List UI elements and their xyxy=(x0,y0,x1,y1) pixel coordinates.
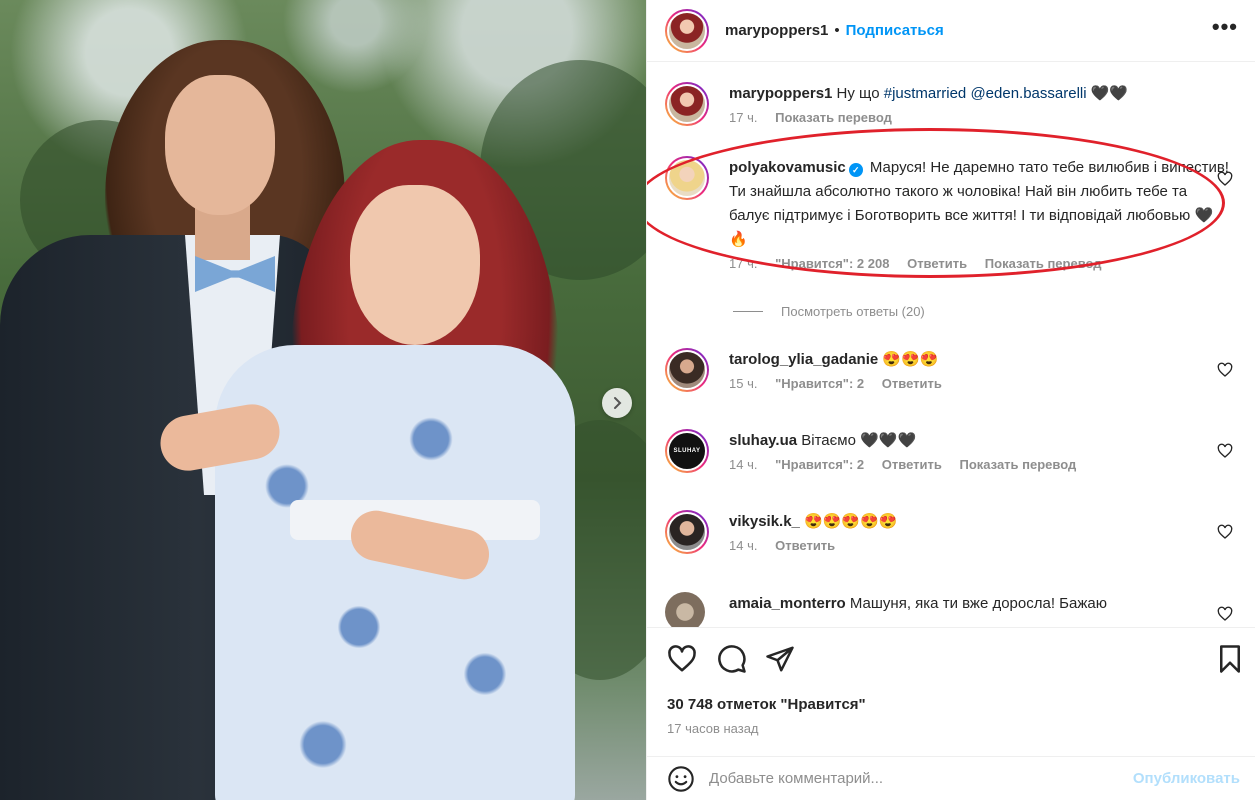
view-replies-label: Посмотреть ответы (20) xyxy=(781,304,925,319)
like-comment-heart-icon[interactable] xyxy=(1217,524,1233,540)
comment-time[interactable]: 14 ч. xyxy=(729,538,757,553)
chevron-right-icon xyxy=(614,397,622,409)
sluhay-logo: SLUHAY xyxy=(673,448,701,454)
emoji-smiley-icon[interactable] xyxy=(667,765,695,793)
verified-badge-icon: ✓ xyxy=(848,163,863,177)
comment-time[interactable]: 15 ч. xyxy=(729,376,757,391)
follow-button[interactable]: Подписаться xyxy=(846,22,944,39)
commenter-avatar[interactable] xyxy=(665,156,709,200)
share-send-icon[interactable] xyxy=(765,644,795,674)
like-comment-heart-icon[interactable] xyxy=(1217,362,1233,378)
likes-count[interactable]: 30 748 отметок "Нравится" xyxy=(667,696,866,713)
commenter-avatar[interactable]: SLUHAY xyxy=(665,429,709,473)
more-options-icon[interactable]: ••• xyxy=(1212,14,1238,40)
comment-text: Вітаємо 🖤🖤🖤 xyxy=(801,432,917,449)
publish-button[interactable]: Опубликовать xyxy=(1133,770,1240,787)
commenter-username[interactable]: vikysik.k_ xyxy=(729,513,800,530)
caption-username[interactable]: marypoppers1 xyxy=(729,85,832,102)
view-replies-button[interactable]: Посмотреть ответы (20) xyxy=(733,304,925,319)
commenter-username[interactable]: tarolog_ylia_gadanie xyxy=(729,351,878,368)
commenter-username[interactable]: polyakovamusic xyxy=(729,159,846,176)
separator-dot: • xyxy=(834,22,840,39)
translate-link[interactable]: Показать перевод xyxy=(985,256,1102,271)
caption-hashtag[interactable]: #justmarried xyxy=(884,85,967,102)
reply-button[interactable]: Ответить xyxy=(907,256,967,271)
caption-avatar[interactable] xyxy=(665,82,709,126)
comment-likes[interactable]: "Нравится": 2 xyxy=(775,376,864,391)
caption-emoji: 🖤🖤 xyxy=(1090,85,1129,102)
post-time[interactable]: 17 часов назад xyxy=(667,721,759,736)
comment-likes[interactable]: "Нравится": 2 208 xyxy=(775,256,889,271)
caption-text: Ну що xyxy=(836,85,880,102)
comment-text: 😍😍😍😍😍 xyxy=(804,513,898,530)
reply-button[interactable]: Ответить xyxy=(882,457,942,472)
author-avatar[interactable] xyxy=(665,8,709,53)
post-panel: marypoppers1 • Подписаться ••• marypoppe… xyxy=(646,0,1255,800)
comment-time[interactable]: 14 ч. xyxy=(729,457,757,472)
reply-button[interactable]: Ответить xyxy=(882,376,942,391)
translate-link[interactable]: Показать перевод xyxy=(775,110,892,125)
commenter-username[interactable]: amaia_monterro xyxy=(729,595,846,612)
woman-face xyxy=(350,185,480,345)
comment-bubble-icon[interactable] xyxy=(717,644,747,674)
post-photo[interactable] xyxy=(0,0,646,800)
like-comment-heart-icon[interactable] xyxy=(1217,443,1233,459)
save-bookmark-icon[interactable] xyxy=(1215,644,1245,674)
add-comment-bar: Опубликовать xyxy=(647,756,1255,800)
author-username[interactable]: marypoppers1 xyxy=(725,22,828,39)
comment-likes[interactable]: "Нравится": 2 xyxy=(775,457,864,472)
replies-divider xyxy=(733,311,763,312)
commenter-username[interactable]: sluhay.ua xyxy=(729,432,797,449)
post-actions: 30 748 отметок "Нравится" 17 часов назад xyxy=(647,627,1255,755)
carousel-next-button[interactable] xyxy=(602,388,632,418)
man-face xyxy=(165,75,275,215)
comment-input[interactable] xyxy=(709,770,1099,787)
like-comment-heart-icon[interactable] xyxy=(1217,171,1233,187)
translate-link[interactable]: Показать перевод xyxy=(959,457,1076,472)
comment-text: 😍😍😍 xyxy=(882,351,939,368)
caption-time[interactable]: 17 ч. xyxy=(729,110,757,125)
comment-time[interactable]: 17 ч. xyxy=(729,256,757,271)
commenter-avatar[interactable] xyxy=(665,510,709,554)
reply-button[interactable]: Ответить xyxy=(775,538,835,553)
commenter-avatar[interactable] xyxy=(665,348,709,392)
caption-mention[interactable]: @eden.bassarelli xyxy=(970,85,1086,102)
like-comment-heart-icon[interactable] xyxy=(1217,606,1233,622)
commenter-avatar[interactable] xyxy=(665,592,705,627)
post-header: marypoppers1 • Подписаться ••• xyxy=(647,0,1255,62)
like-heart-icon[interactable] xyxy=(667,644,697,674)
comments-list[interactable]: marypoppers1 Ну що #justmarried @eden.ba… xyxy=(647,63,1255,627)
comment-text: Машуня, яка ти вже доросла! Бажаю xyxy=(849,595,1107,612)
